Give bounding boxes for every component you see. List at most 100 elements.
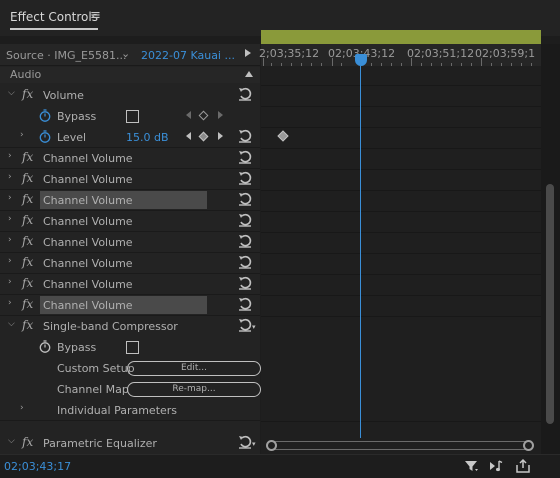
horizontal-zoom-scrollbar[interactable] (266, 440, 534, 451)
time-ruler[interactable]: 2;03;35;12 02;03;43;12 02;03;51;12 02;03… (259, 44, 541, 66)
fx-icon[interactable]: fx (22, 297, 33, 311)
hamburger-menu-icon[interactable]: ≡ (90, 8, 101, 23)
audio-section-label: Audio (10, 68, 42, 81)
effect-row-channel-volume[interactable]: › fx Channel Volume (0, 274, 260, 295)
collapse-up-icon[interactable] (245, 71, 253, 77)
play-icon[interactable] (245, 49, 251, 57)
effect-row-volume[interactable]: ⌵ fx Volume (0, 85, 260, 106)
twirl-closed-icon[interactable]: › (8, 193, 18, 205)
twirl-open-icon[interactable]: ⌵ (8, 88, 18, 100)
keyframe-timeline[interactable]: 2;03;35;12 02;03;43;12 02;03;51;12 02;03… (259, 30, 541, 454)
twirl-open-icon[interactable]: ⌵ (8, 319, 18, 331)
effect-row-channel-volume-selected[interactable]: › fx Channel Volume (0, 190, 260, 211)
level-value[interactable]: 15.0 dB (126, 131, 169, 144)
fx-icon[interactable]: fx (22, 234, 33, 248)
reset-icon[interactable] (238, 87, 252, 101)
fx-icon[interactable]: fx (22, 192, 33, 206)
ruler-tick (491, 63, 492, 66)
fx-icon[interactable]: fx (22, 255, 33, 269)
vertical-scrollbar[interactable] (541, 44, 560, 454)
reset-dropdown-icon[interactable]: ▾ (252, 440, 256, 448)
reset-icon[interactable] (238, 192, 252, 206)
effect-row-compressor[interactable]: ⌵ fx Single-band Compressor ▾ (0, 316, 260, 337)
ruler-timecode: 2;03;35;12 (259, 47, 320, 60)
twirl-closed-icon[interactable]: › (8, 277, 18, 289)
reset-icon[interactable] (238, 213, 252, 227)
reset-icon[interactable] (238, 234, 252, 248)
effect-row-channel-volume[interactable]: › fx Channel Volume (0, 211, 260, 232)
effect-list: Source · IMG_E5581... ⌄ 2022-07 Kauai ..… (0, 44, 261, 454)
effect-row-equalizer[interactable]: ⌵ fx Parametric Equalizer ▾ (0, 433, 260, 454)
prev-keyframe-icon[interactable] (186, 132, 191, 140)
lane-divider (261, 316, 541, 317)
effect-row-channel-volume-selected[interactable]: › fx Channel Volume (0, 295, 260, 316)
fx-icon[interactable]: fx (22, 318, 33, 332)
bypass-checkbox[interactable] (126, 110, 139, 123)
twirl-closed-icon[interactable]: › (20, 130, 30, 142)
source-clip-label[interactable]: Source · IMG_E5581... (6, 49, 126, 62)
twirl-closed-icon[interactable]: › (20, 403, 30, 415)
twirl-closed-icon[interactable]: › (8, 256, 18, 268)
reset-icon[interactable] (238, 129, 252, 143)
twirl-closed-icon[interactable]: › (8, 172, 18, 184)
next-keyframe-icon[interactable] (218, 132, 223, 140)
twirl-closed-icon[interactable]: › (8, 214, 18, 226)
reset-icon[interactable] (238, 276, 252, 290)
ruler-tick (411, 58, 412, 66)
effect-row-channel-volume[interactable]: › fx Channel Volume (0, 253, 260, 274)
bypass-label: Bypass (57, 110, 97, 123)
effect-row-channel-volume[interactable]: › fx Channel Volume (0, 169, 260, 190)
playhead-line[interactable] (360, 66, 361, 438)
reset-icon[interactable] (238, 318, 252, 332)
twirl-closed-icon[interactable]: › (8, 298, 18, 310)
effect-name: Channel Volume (43, 278, 133, 291)
reset-icon[interactable] (238, 297, 252, 311)
fx-icon[interactable]: fx (22, 150, 33, 164)
fx-icon[interactable]: fx (22, 87, 33, 101)
keyframe-marker[interactable] (277, 130, 289, 142)
add-keyframe-icon[interactable] (198, 131, 209, 142)
fx-icon[interactable]: fx (22, 171, 33, 185)
remap-button[interactable]: Re-map... (127, 382, 261, 397)
play-only-audio-icon[interactable] (489, 458, 505, 474)
add-keyframe-icon[interactable] (198, 110, 209, 121)
chevron-down-icon[interactable]: ⌄ (121, 47, 130, 60)
filter-icon[interactable] (463, 458, 479, 474)
reset-icon[interactable] (238, 435, 252, 449)
stopwatch-icon[interactable] (39, 340, 51, 353)
fx-icon[interactable]: fx (22, 276, 33, 290)
effect-row-channel-volume[interactable]: › fx Channel Volume (0, 232, 260, 253)
reset-dropdown-icon[interactable]: ▾ (252, 323, 256, 331)
param-row-individual-parameters[interactable]: › Individual Parameters (0, 400, 260, 421)
bypass-checkbox[interactable] (126, 341, 139, 354)
fx-icon[interactable]: fx (22, 435, 33, 449)
effect-row-channel-volume[interactable]: › fx Channel Volume (0, 148, 260, 169)
fx-icon[interactable]: fx (22, 213, 33, 227)
twirl-open-icon[interactable]: ⌵ (8, 436, 18, 448)
prev-keyframe-icon[interactable] (186, 111, 191, 119)
playhead-handle[interactable] (355, 54, 367, 66)
stopwatch-icon[interactable] (39, 109, 51, 122)
reset-icon[interactable] (238, 171, 252, 185)
reset-icon[interactable] (238, 255, 252, 269)
ruler-tick (461, 63, 462, 66)
bypass-label: Bypass (57, 341, 97, 354)
bottom-bar: 02;03;43;17 (0, 454, 560, 478)
individual-parameters-label: Individual Parameters (57, 404, 178, 417)
next-keyframe-icon[interactable] (218, 111, 223, 119)
stopwatch-icon[interactable] (39, 130, 51, 143)
effect-name: Channel Volume (43, 173, 133, 186)
lane-divider (261, 85, 541, 86)
twirl-closed-icon[interactable]: › (8, 151, 18, 163)
zoom-handle-left[interactable] (266, 440, 277, 451)
twirl-closed-icon[interactable]: › (8, 235, 18, 247)
reset-icon[interactable] (238, 150, 252, 164)
edit-button[interactable]: Edit... (127, 361, 261, 376)
zoom-handle-right[interactable] (523, 440, 534, 451)
export-icon[interactable] (515, 458, 531, 474)
vertical-scrollbar-thumb[interactable] (546, 184, 554, 424)
current-timecode[interactable]: 02;03;43;17 (4, 460, 71, 473)
work-area-bar[interactable] (261, 30, 541, 44)
sequence-link[interactable]: 2022-07 Kauai ... (141, 49, 235, 62)
panel-title-effect-controls[interactable]: Effect Controls (10, 10, 98, 30)
